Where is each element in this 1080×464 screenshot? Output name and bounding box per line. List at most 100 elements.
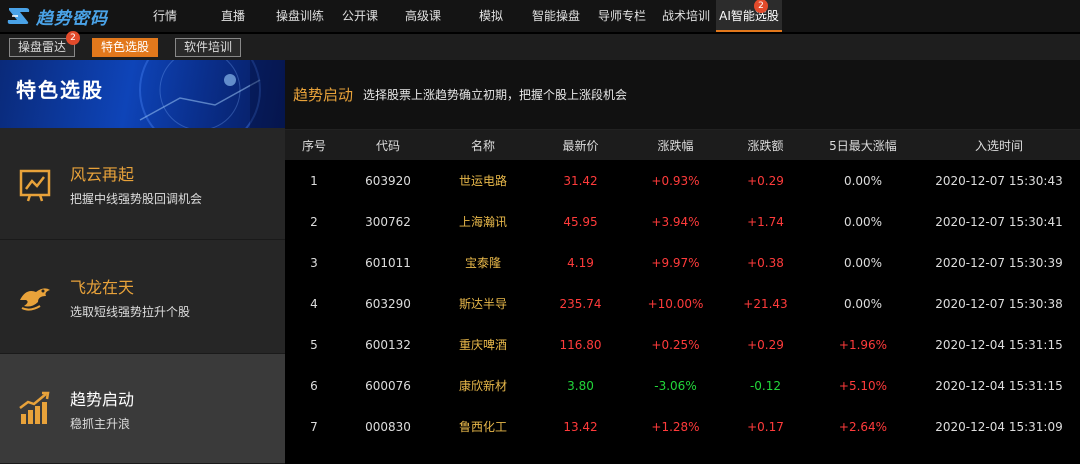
logo-icon xyxy=(7,8,30,24)
nav-item-3[interactable]: 公开课 xyxy=(332,0,388,32)
column-header[interactable]: 代码 xyxy=(343,130,433,160)
stock-name: 康欣新材 xyxy=(458,379,507,393)
column-header[interactable]: 入选时间 xyxy=(918,130,1080,160)
nav-item-1[interactable]: 直播 xyxy=(198,0,268,32)
row-number: 2 xyxy=(310,214,318,229)
chart-line-icon xyxy=(19,169,51,201)
trend-bars-icon xyxy=(19,391,50,424)
stock-code: 603920 xyxy=(365,173,411,188)
change-amount: +0.29 xyxy=(747,337,784,352)
nav-item-7[interactable]: 导师专栏 xyxy=(588,0,656,32)
column-header[interactable]: 5日最大涨幅 xyxy=(808,130,918,160)
stock-name: 斯达半导 xyxy=(458,297,507,311)
change-percent: -3.06% xyxy=(654,378,697,393)
max-5day-gain: 0.00% xyxy=(843,296,883,311)
logo[interactable]: 趋势密码 xyxy=(0,0,132,32)
feature-desc: 稳抓主升浪 xyxy=(70,416,131,431)
table-row[interactable]: 3 601011 宝泰隆 4.19 +9.97% +0.38 0.00% 2020-12-07… xyxy=(285,242,1080,283)
app-window: 趋势密码 行情 直播 操盘训练 公开课 高级课 模拟 智能操盘 导师专栏 战术培训 AI智能选股 2… xyxy=(0,0,1080,464)
table-row[interactable]: 5 600132 重庆啤酒 116.80 +0.25% +0.29 +1.96% 2020-1… xyxy=(285,324,1080,365)
row-number: 4 xyxy=(310,296,318,311)
banner-title: 特色选股 xyxy=(16,78,104,102)
max-5day-gain: 0.00% xyxy=(843,214,883,229)
top-nav-bar: 趋势密码 行情 直播 操盘训练 公开课 高级课 模拟 智能操盘 导师专栏 战术培训 AI智能选股 2 xyxy=(0,0,1080,32)
stock-name: 上海瀚讯 xyxy=(458,215,507,229)
latest-price: 4.19 xyxy=(567,255,594,270)
sub-tab-bar: 操盘雷达 2 特色选股 软件培训 xyxy=(0,30,1080,60)
latest-price: 235.74 xyxy=(559,296,602,311)
selected-time: 2020-12-04 15:31:15 xyxy=(935,337,1063,352)
row-number: 5 xyxy=(310,337,318,352)
subtab-2[interactable]: 软件培训 xyxy=(175,37,242,57)
nav-item-5[interactable]: 模拟 xyxy=(458,0,524,32)
latest-price: 116.80 xyxy=(559,337,602,352)
feature-title: 飞龙在天 xyxy=(70,277,135,297)
nav-item-0[interactable]: 行情 xyxy=(132,0,198,32)
latest-price: 45.95 xyxy=(563,214,598,229)
subtab-1[interactable]: 特色选股 xyxy=(92,37,159,57)
change-percent: +1.28% xyxy=(651,419,700,434)
feature-item-feilong[interactable]: 飞龙在天 选取短线强势拉升个股 xyxy=(0,240,285,354)
row-number: 1 xyxy=(310,173,318,188)
feature-desc: 选取短线强势拉升个股 xyxy=(70,304,191,319)
selected-time: 2020-12-04 15:31:15 xyxy=(935,378,1063,393)
table-row[interactable]: 1 603920 世运电路 31.42 +0.93% +0.29 0.00% 2020-12-… xyxy=(285,160,1080,201)
nav-item-label: 战术培训 xyxy=(661,9,710,23)
subtab-label: 特色选股 xyxy=(101,39,150,54)
table-row[interactable]: 4 603290 斯达半导 235.74 +10.00% +21.43 0.00% 2020-… xyxy=(285,283,1080,324)
main-nav: 行情 直播 操盘训练 公开课 高级课 模拟 智能操盘 导师专栏 战术培训 AI智能选股 2 xyxy=(132,0,782,32)
table-row[interactable]: 2 300762 上海瀚讯 45.95 +3.94% +1.74 0.00% 2020-12-… xyxy=(285,201,1080,242)
nav-item-2[interactable]: 操盘训练 xyxy=(268,0,332,32)
subtab-0[interactable]: 操盘雷达 2 xyxy=(9,30,81,57)
nav-item-label: 导师专栏 xyxy=(597,9,646,23)
strategy-title: 趋势启动 xyxy=(293,86,354,104)
nav-item-8[interactable]: 战术培训 xyxy=(656,0,716,32)
feature-banner: 特色选股 xyxy=(0,60,285,128)
table-row[interactable]: 7 000830 鲁西化工 13.42 +1.28% +0.17 +2.64% 2020-12… xyxy=(285,406,1080,447)
row-number: 6 xyxy=(310,378,318,393)
feature-title: 风云再起 xyxy=(70,164,135,184)
column-header[interactable]: 名称 xyxy=(433,130,533,160)
stock-name: 鲁西化工 xyxy=(458,420,507,434)
row-number: 7 xyxy=(310,419,318,434)
column-header[interactable]: 序号 xyxy=(285,130,343,160)
nav-item-label: 高级课 xyxy=(404,9,441,23)
max-5day-gain: +1.96% xyxy=(838,337,888,352)
row-number: 3 xyxy=(310,255,318,270)
feature-desc: 把握中线强势股回调机会 xyxy=(70,191,203,206)
selected-time: 2020-12-04 15:31:09 xyxy=(935,419,1063,434)
strategy-info: 趋势启动 选择股票上涨趋势确立初期，把握个股上涨段机会 xyxy=(285,60,1080,130)
nav-item-4[interactable]: 高级课 xyxy=(388,0,458,32)
feature-item-qushi[interactable]: 趋势启动 稳抓主升浪 xyxy=(0,354,285,464)
column-header[interactable]: 最新价 xyxy=(533,130,628,160)
column-header[interactable]: 涨跌额 xyxy=(723,130,808,160)
strategy-desc: 选择股票上涨趋势确立初期，把握个股上涨段机会 xyxy=(363,88,628,102)
nav-item-9[interactable]: AI智能选股 2 xyxy=(716,0,782,32)
stock-name: 宝泰隆 xyxy=(464,256,501,270)
stock-code: 601011 xyxy=(365,255,411,270)
column-header[interactable]: 涨跌幅 xyxy=(628,130,723,160)
nav-item-label: 行情 xyxy=(152,9,177,23)
table-header-row: 序号 代码 名称 最新价 涨跌幅 涨跌额 5日最大涨幅 入选时间 xyxy=(285,130,1080,160)
table-row[interactable]: 6 600076 康欣新材 3.80 -3.06% -0.12 +5.10% 2020-12-… xyxy=(285,365,1080,406)
stock-code: 600132 xyxy=(365,337,411,352)
nav-item-label: 操盘训练 xyxy=(275,9,324,23)
nav-item-label: 公开课 xyxy=(341,9,378,23)
selected-time: 2020-12-07 15:30:43 xyxy=(935,173,1063,188)
stock-code: 300762 xyxy=(365,214,411,229)
change-percent: +0.93% xyxy=(651,173,700,188)
logo-text: 趋势密码 xyxy=(36,8,108,29)
change-percent: +3.94% xyxy=(651,214,700,229)
selected-time: 2020-12-07 15:30:41 xyxy=(935,214,1063,229)
selected-time: 2020-12-07 15:30:38 xyxy=(935,296,1063,311)
max-5day-gain: +2.64% xyxy=(838,419,888,434)
latest-price: 31.42 xyxy=(563,173,598,188)
selected-time: 2020-12-07 15:30:39 xyxy=(935,255,1063,270)
stock-code: 000830 xyxy=(365,419,411,434)
feature-item-fengyun[interactable]: 风云再起 把握中线强势股回调机会 xyxy=(0,128,285,240)
nav-item-6[interactable]: 智能操盘 xyxy=(524,0,588,32)
table-body: 1 603920 世运电路 31.42 +0.93% +0.29 0.00% 2020-12-… xyxy=(285,160,1080,447)
stock-name: 世运电路 xyxy=(458,174,507,188)
change-amount: +1.74 xyxy=(747,214,784,229)
nav-item-label: 直播 xyxy=(220,9,245,23)
